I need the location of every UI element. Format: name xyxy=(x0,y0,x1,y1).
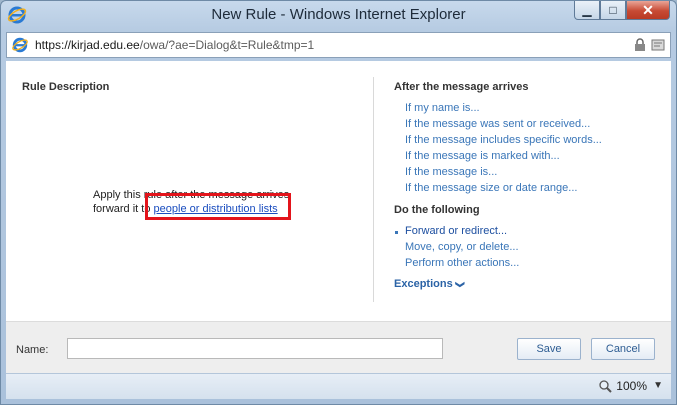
save-button[interactable]: Save xyxy=(517,338,581,360)
rule-dialog-content: Rule Description Apply this rule after t… xyxy=(6,61,671,321)
status-bar: 100% ▼ xyxy=(6,373,671,399)
close-button[interactable]: ✕ xyxy=(626,1,670,20)
people-or-distribution-lists-link[interactable]: people or distribution lists xyxy=(154,203,278,215)
chevron-down-icon: ❯ xyxy=(455,280,466,289)
magnifier-icon xyxy=(599,380,613,393)
rule-line-1: Apply this rule after the message arrive… xyxy=(93,189,290,201)
conditions-panel: After the message arrives If my name is.… xyxy=(394,81,664,290)
rule-line-2: forward it to people or distribution lis… xyxy=(93,202,289,216)
rule-description-text: Apply this rule after the message arrive… xyxy=(93,188,289,216)
minimize-button[interactable]: ▁ xyxy=(574,1,600,20)
condition-sent-or-received[interactable]: If the message was sent or received... xyxy=(394,118,664,134)
dialog-footer: Name: Save Cancel xyxy=(6,321,671,373)
ie-page-icon xyxy=(12,37,28,53)
url-host: https://kirjad.edu.ee xyxy=(35,38,140,52)
after-message-arrives-heading: After the message arrives xyxy=(394,81,529,93)
condition-marked-with[interactable]: If the message is marked with... xyxy=(394,150,664,166)
condition-specific-words[interactable]: If the message includes specific words..… xyxy=(394,134,664,150)
condition-size-or-date[interactable]: If the message size or date range... xyxy=(394,182,664,198)
certificate-icon[interactable] xyxy=(651,38,665,52)
rule-line-2-prefix: forward it to xyxy=(93,203,154,215)
action-forward-or-redirect[interactable]: Forward or redirect... xyxy=(394,225,664,241)
lock-icon[interactable] xyxy=(634,38,646,52)
zoom-level: 100% xyxy=(616,379,647,393)
zoom-dropdown-icon[interactable]: ▼ xyxy=(653,380,663,391)
url-path: /owa/?ae=Dialog&t=Rule&tmp=1 xyxy=(139,38,315,52)
maximize-button[interactable]: □ xyxy=(600,1,626,20)
url-text[interactable]: https://kirjad.edu.ee/owa/?ae=Dialog&t=R… xyxy=(35,38,314,52)
exceptions-toggle[interactable]: Exceptions ❯ xyxy=(394,278,664,290)
condition-my-name[interactable]: If my name is... xyxy=(394,102,664,118)
condition-message-is[interactable]: If the message is... xyxy=(394,166,664,182)
action-move-copy-delete[interactable]: Move, copy, or delete... xyxy=(394,241,664,257)
rule-description-heading: Rule Description xyxy=(22,81,110,93)
action-other-actions[interactable]: Perform other actions... xyxy=(394,257,664,273)
do-the-following-heading: Do the following xyxy=(394,204,480,216)
ie-window: New Rule - Windows Internet Explorer ▁ □… xyxy=(0,0,677,405)
cancel-button[interactable]: Cancel xyxy=(591,338,655,360)
address-bar[interactable]: https://kirjad.edu.ee/owa/?ae=Dialog&t=R… xyxy=(6,32,671,58)
rule-name-input[interactable] xyxy=(67,338,443,359)
name-label: Name: xyxy=(16,344,49,356)
zoom-control[interactable]: 100% xyxy=(598,379,647,393)
exceptions-label: Exceptions xyxy=(394,278,453,290)
panel-divider xyxy=(373,77,374,302)
title-bar[interactable]: New Rule - Windows Internet Explorer ▁ □… xyxy=(1,1,676,31)
